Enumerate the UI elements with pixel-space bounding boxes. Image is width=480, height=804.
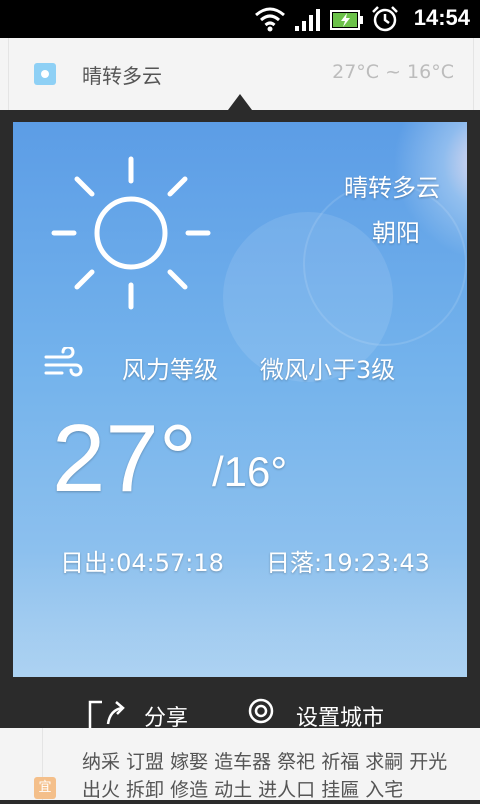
sunny-mini-icon (34, 63, 56, 85)
wifi-icon (255, 7, 285, 32)
battery-charging-icon (330, 10, 363, 30)
temperature-low: /16° (212, 448, 288, 495)
signal-icon (295, 9, 320, 31)
panel-condition: 晴转多云 (344, 174, 440, 202)
almanac-text: 纳采 订盟 嫁娶 造车器 祭祀 祈福 求嗣 开光 出火 拆卸 修造 动土 进人口… (82, 751, 448, 801)
sun-icon (51, 156, 211, 310)
auspicious-badge: 宜 (34, 777, 56, 799)
wind-level-value: 微风小于3级 (260, 356, 396, 384)
sunset-time: 日落:19:23:43 (266, 549, 430, 577)
share-icon[interactable] (88, 698, 128, 730)
wind-icon (44, 347, 83, 377)
wind-level-label: 风力等级 (122, 356, 218, 384)
status-bar: 14:54 (0, 0, 480, 38)
clock-time: 14:54 (413, 5, 470, 30)
alarm-icon (372, 6, 398, 32)
background-temp-range: 27°C ~ 16°C (332, 61, 454, 83)
lens-flare-ring (303, 182, 467, 346)
background-weather-text: 晴转多云 (82, 64, 162, 88)
sunrise-time: 日出:04:57:18 (60, 549, 224, 577)
panel-city: 朝阳 (372, 219, 420, 247)
popup-pointer (228, 94, 252, 110)
temperature-high: 27° (52, 405, 198, 512)
action-bar (0, 690, 480, 730)
location-pin-icon[interactable] (246, 698, 276, 730)
